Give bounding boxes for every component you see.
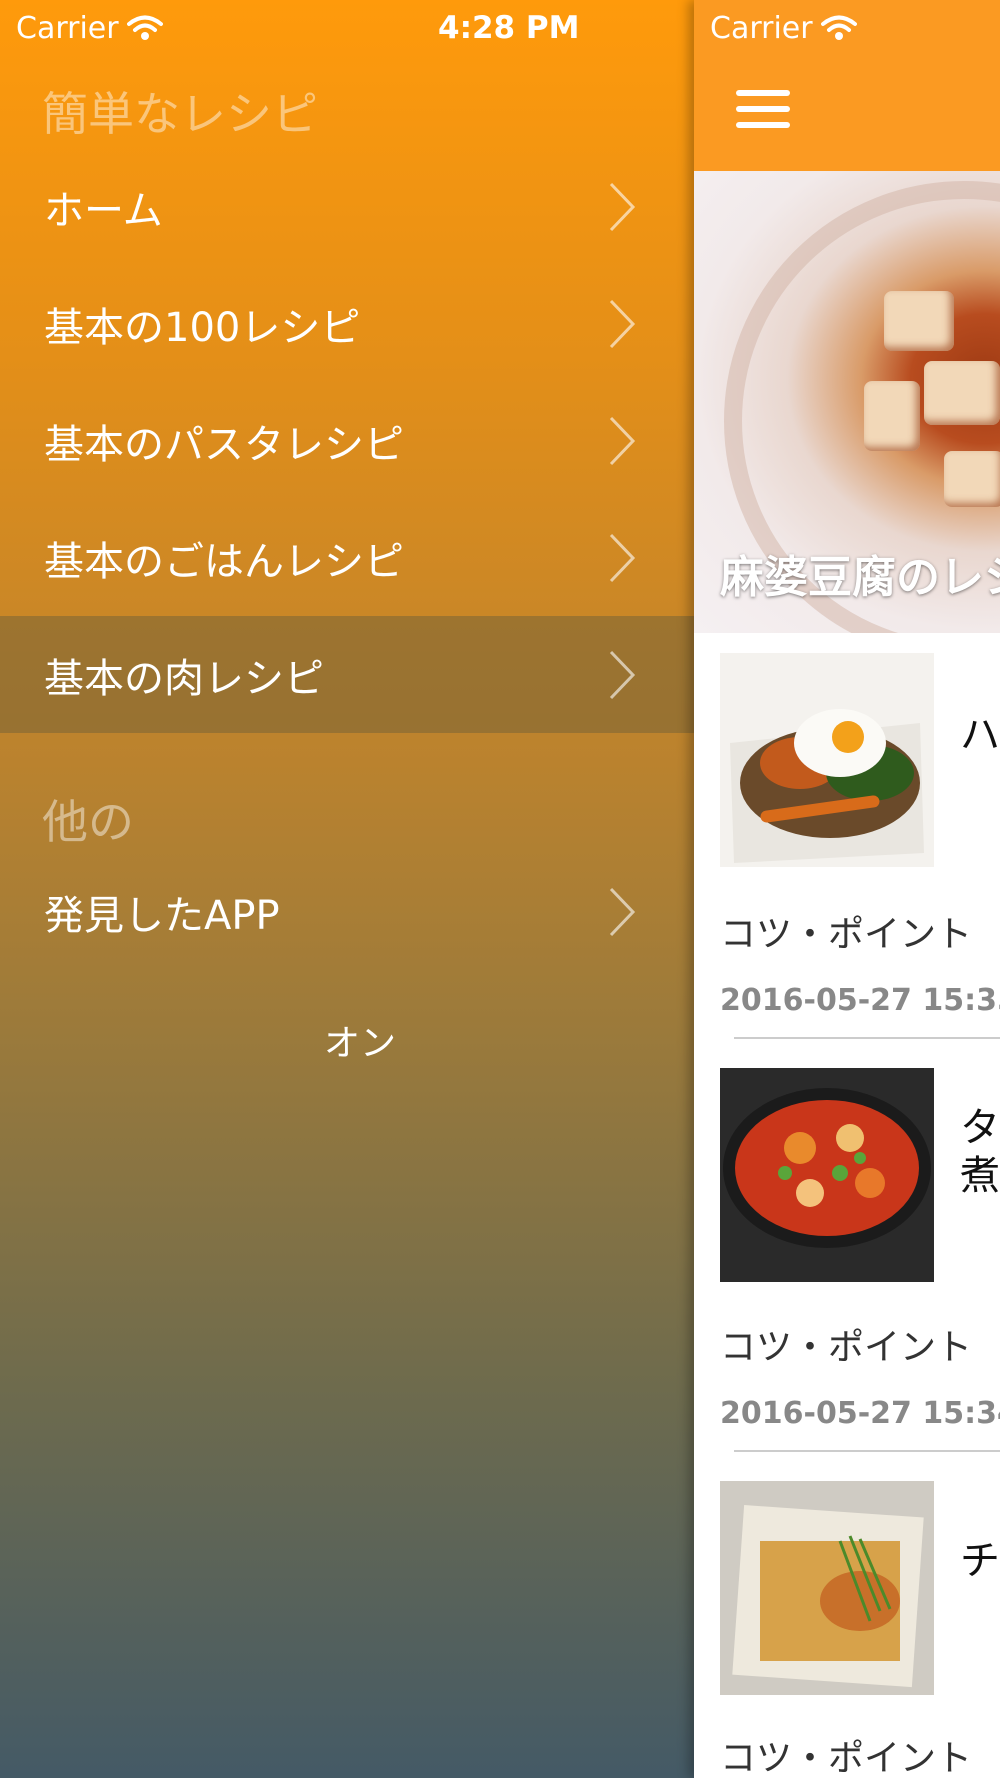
menu-item-basic-100[interactable]: 基本の100レシピ: [0, 265, 694, 382]
toggle-on-label[interactable]: オン: [0, 1014, 694, 1066]
carrier-indicator: Carrier: [16, 11, 163, 46]
recipe-date: 2016-05-27 15:34: [720, 1396, 1000, 1431]
hero-banner[interactable]: 麻婆豆腐のレシ: [694, 171, 1000, 633]
recipe-title: チ: [960, 1538, 1000, 1584]
carrier-label: Carrier: [16, 10, 119, 46]
other-section-header: 他の: [42, 795, 134, 849]
main-content: Carrier 麻婆豆腐のレシ ハ コツ・ポイント 2016-05-27 15:…: [694, 0, 1000, 1778]
menu-item-label: ホーム: [44, 187, 163, 234]
carrier-label: Carrier: [710, 10, 813, 46]
recipe-title: タ 煮: [960, 1105, 1000, 1199]
carrier-indicator: Carrier: [710, 11, 857, 46]
divider: [734, 1450, 1000, 1452]
menu-item-label: 基本の100レシピ: [44, 304, 361, 351]
hero-title: 麻婆豆腐のレシ: [720, 552, 1000, 603]
recipe-thumbnail: [720, 1481, 934, 1695]
recipe-tip-label: コツ・ポイント: [720, 1738, 973, 1778]
menu-item-rice[interactable]: 基本のごはんレシピ: [0, 499, 694, 616]
status-bar: Carrier 4:28 PM: [16, 0, 616, 56]
recipe-card[interactable]: チ コツ・ポイント: [694, 1459, 1000, 1778]
wifi-icon: [126, 15, 163, 40]
status-bar-main: Carrier: [710, 0, 1000, 56]
nav-bar: Carrier: [694, 0, 1000, 171]
drawer-header: 簡単なレシピ: [42, 87, 318, 141]
chevron-right-icon: [609, 416, 636, 465]
recipe-tip-label: コツ・ポイント: [720, 914, 973, 955]
hamburger-menu-icon[interactable]: [736, 90, 790, 134]
menu-item-pasta[interactable]: 基本のパスタレシピ: [0, 382, 694, 499]
divider: [734, 1037, 1000, 1039]
menu-item-label: 基本のごはんレシピ: [44, 538, 404, 585]
recipe-card[interactable]: タ 煮 コツ・ポイント 2016-05-27 15:34: [694, 1046, 1000, 1459]
chevron-right-icon: [609, 650, 636, 699]
menu-item-label: 基本の肉レシピ: [44, 655, 324, 702]
recipe-date: 2016-05-27 15:35: [720, 983, 1000, 1018]
chevron-right-icon: [609, 887, 636, 936]
status-time: 4:28 PM: [438, 10, 580, 46]
menu-item-discovered-app[interactable]: 発見したAPP: [0, 853, 694, 970]
side-drawer: Carrier 4:28 PM 簡単なレシピ ホーム 基本の100レシピ 基本の…: [0, 0, 694, 1778]
menu-item-meat[interactable]: 基本の肉レシピ: [0, 616, 694, 733]
recipe-thumbnail: [720, 653, 934, 867]
recipe-card[interactable]: ハ コツ・ポイント 2016-05-27 15:35: [694, 633, 1000, 1046]
wifi-icon: [820, 15, 857, 40]
menu-item-label: 基本のパスタレシピ: [44, 421, 404, 468]
menu-item-home[interactable]: ホーム: [0, 148, 694, 265]
menu-item-label: 発見したAPP: [44, 892, 280, 939]
chevron-right-icon: [609, 182, 636, 231]
chevron-right-icon: [609, 299, 636, 348]
chevron-right-icon: [609, 533, 636, 582]
recipe-title: ハ: [960, 712, 1000, 758]
recipe-thumbnail: [720, 1068, 934, 1282]
recipe-tip-label: コツ・ポイント: [720, 1327, 973, 1368]
